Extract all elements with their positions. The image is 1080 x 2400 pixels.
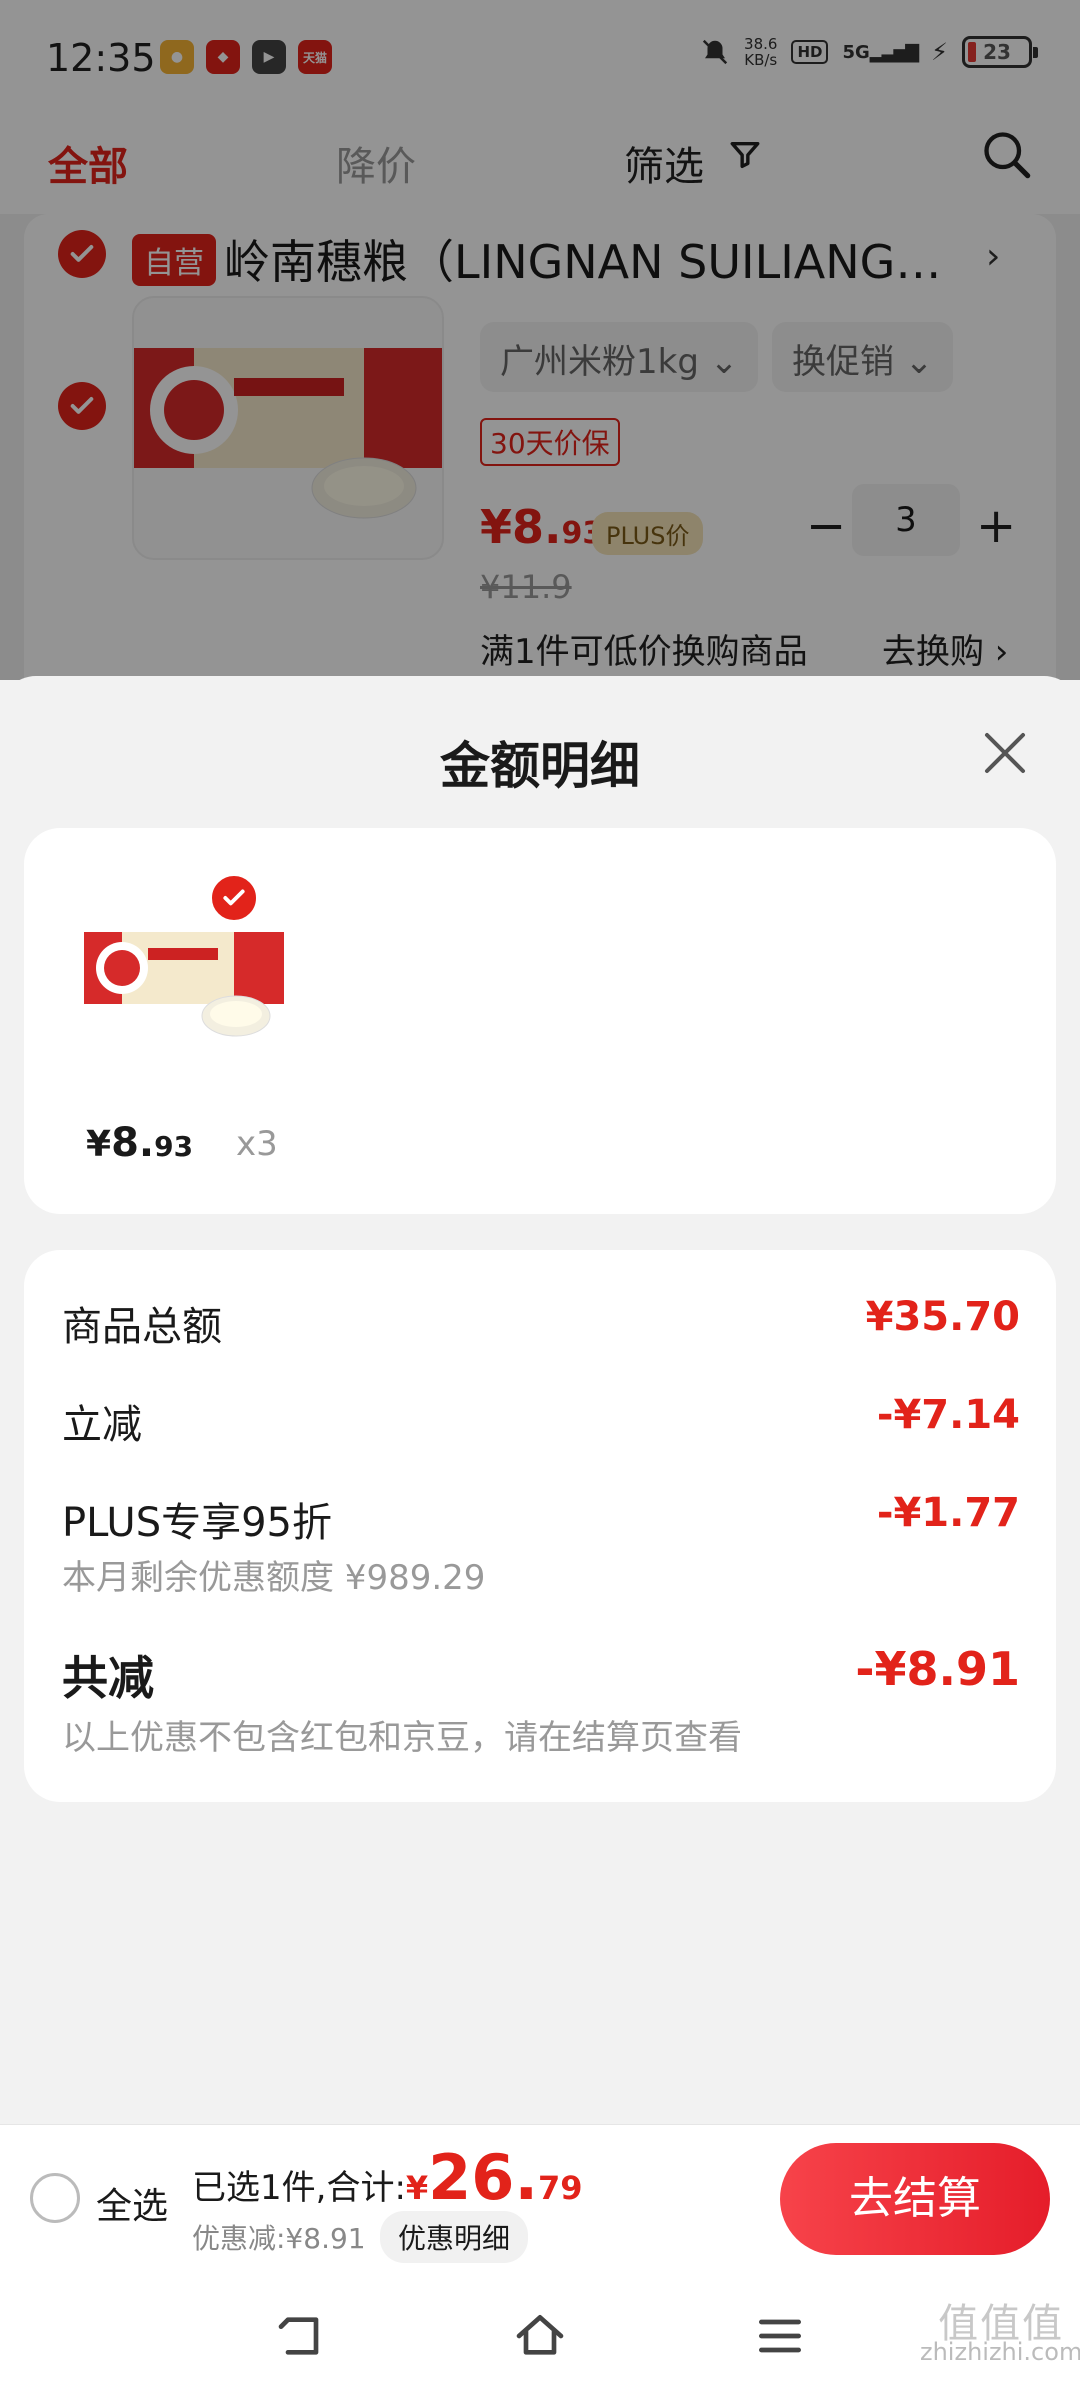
home-icon[interactable]	[510, 2308, 570, 2364]
checkout-button[interactable]: 去结算	[780, 2143, 1050, 2255]
check-icon	[223, 889, 245, 906]
close-icon[interactable]	[978, 726, 1032, 780]
watermark: 值值值 zhizhizhi.com	[920, 2301, 1080, 2366]
discount-detail-button[interactable]: 优惠明细	[380, 2211, 529, 2263]
goods-total-label: 商品总额	[62, 1304, 222, 1350]
discount-amount: 优惠减:¥8.91	[192, 2222, 366, 2255]
amount-detail-sheet: 金额明细 ¥8.93 x3 商品总额 ¥35.70 立减 -¥7.14 PLUS…	[0, 676, 1080, 2124]
sheet-title: 金额明细	[440, 737, 640, 795]
selected-goods-card: ¥8.93 x3	[24, 828, 1056, 1214]
plus-discount-label: PLUS专享95折	[62, 1500, 332, 1546]
select-all-label[interactable]: 全选	[96, 2177, 168, 2229]
menu-icon[interactable]	[750, 2308, 810, 2364]
checkout-bar: 全选 已选1件,合计:¥26.79 优惠减:¥8.91 优惠明细 去结算	[0, 2124, 1080, 2270]
goods-price: ¥8.93	[86, 1120, 194, 1166]
total-discount-label: 共减	[62, 1651, 154, 1705]
instant-discount-value: -¥7.14	[876, 1392, 1020, 1438]
goods-selected-check	[208, 872, 260, 924]
discount-note: 以上优惠不包含红包和京豆，请在结算页查看	[62, 1718, 742, 1758]
goods-quantity: x3	[236, 1124, 278, 1164]
cart-total: 已选1件,合计:¥26.79	[192, 2141, 583, 2214]
back-icon[interactable]	[272, 2308, 332, 2364]
system-nav-bar	[0, 2270, 1080, 2400]
modal-overlay[interactable]	[0, 0, 1080, 680]
plus-remaining-quota: 本月剩余优惠额度 ¥989.29	[62, 1558, 486, 1598]
total-discount-value: -¥8.91	[855, 1642, 1020, 1696]
goods-thumbnail	[84, 932, 284, 1037]
select-all-checkbox[interactable]	[30, 2173, 80, 2223]
plus-discount-value: -¥1.77	[876, 1490, 1020, 1536]
amount-detail-card: 商品总额 ¥35.70 立减 -¥7.14 PLUS专享95折 -¥1.77 本…	[24, 1250, 1056, 1802]
instant-discount-label: 立减	[62, 1402, 142, 1448]
goods-total-value: ¥35.70	[865, 1294, 1020, 1340]
